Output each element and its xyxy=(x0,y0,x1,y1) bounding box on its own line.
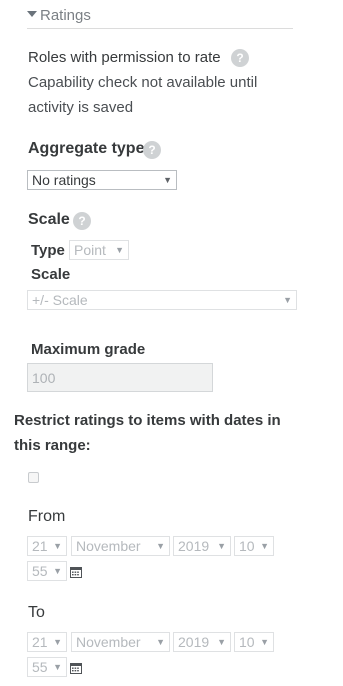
from-minute-select[interactable]: 55 ▼ xyxy=(27,561,67,581)
chevron-down-icon: ▼ xyxy=(217,541,226,551)
from-minute-value: 55 xyxy=(32,563,48,579)
calendar-icon[interactable] xyxy=(70,566,82,578)
restrict-checkbox[interactable] xyxy=(28,472,39,483)
from-month-value: November xyxy=(76,538,141,554)
from-month-select[interactable]: November ▼ xyxy=(71,536,170,556)
aggregate-type-select[interactable]: No ratings ▼ xyxy=(27,170,177,190)
chevron-down-icon: ▼ xyxy=(260,637,269,647)
roles-note-line1: Capability check not available until xyxy=(28,74,258,91)
scale-type-select[interactable]: Point ▼ xyxy=(69,240,129,260)
help-icon[interactable]: ? xyxy=(231,49,249,67)
scale-label: Scale xyxy=(28,211,70,228)
from-year-value: 2019 xyxy=(178,538,210,554)
to-label: To xyxy=(28,604,45,621)
scale-type-label: Type xyxy=(31,242,65,259)
from-year-select[interactable]: 2019 ▼ xyxy=(173,536,231,556)
from-label: From xyxy=(28,508,66,525)
to-month-select[interactable]: November ▼ xyxy=(71,632,170,652)
to-year-value: 2019 xyxy=(178,634,210,650)
chevron-down-icon: ▼ xyxy=(53,637,62,647)
chevron-down-icon: ▼ xyxy=(163,175,172,185)
roles-label: Roles with permission to rate xyxy=(28,49,221,66)
scale-select[interactable]: +/- Scale ▼ xyxy=(27,290,297,310)
maximum-grade-label: Maximum grade xyxy=(31,341,146,358)
to-month-value: November xyxy=(76,634,141,650)
to-hour-select[interactable]: 10 ▼ xyxy=(234,632,274,652)
restrict-label-line2: this range: xyxy=(14,437,91,454)
collapse-caret-icon[interactable] xyxy=(27,11,37,17)
to-day-select[interactable]: 21 ▼ xyxy=(27,632,67,652)
aggregate-type-value: No ratings xyxy=(32,172,96,188)
chevron-down-icon: ▼ xyxy=(156,541,165,551)
to-minute-value: 55 xyxy=(32,659,48,675)
from-hour-value: 10 xyxy=(239,538,255,554)
ratings-section-header[interactable]: Ratings xyxy=(27,4,293,29)
chevron-down-icon: ▼ xyxy=(53,541,62,551)
to-minute-select[interactable]: 55 ▼ xyxy=(27,657,67,677)
chevron-down-icon: ▼ xyxy=(283,295,292,305)
maximum-grade-input[interactable]: 100 xyxy=(27,363,213,392)
chevron-down-icon: ▼ xyxy=(53,662,62,672)
chevron-down-icon: ▼ xyxy=(260,541,269,551)
to-year-select[interactable]: 2019 ▼ xyxy=(173,632,231,652)
roles-note-line2: activity is saved xyxy=(28,99,134,116)
scale-type-value: Point xyxy=(74,242,106,258)
from-hour-select[interactable]: 10 ▼ xyxy=(234,536,274,556)
chevron-down-icon: ▼ xyxy=(217,637,226,647)
chevron-down-icon: ▼ xyxy=(156,637,165,647)
chevron-down-icon: ▼ xyxy=(115,245,124,255)
aggregate-type-label: Aggregate type xyxy=(28,140,145,157)
to-hour-value: 10 xyxy=(239,634,255,650)
from-day-value: 21 xyxy=(32,538,48,554)
to-day-value: 21 xyxy=(32,634,48,650)
restrict-label-line1: Restrict ratings to items with dates in xyxy=(14,412,281,429)
scale-scale-label: Scale xyxy=(31,266,71,283)
from-day-select[interactable]: 21 ▼ xyxy=(27,536,67,556)
help-icon[interactable]: ? xyxy=(143,141,161,159)
help-icon[interactable]: ? xyxy=(73,212,91,230)
chevron-down-icon: ▼ xyxy=(53,566,62,576)
scale-select-value: +/- Scale xyxy=(32,292,88,308)
calendar-icon[interactable] xyxy=(70,662,82,674)
ratings-section-title[interactable]: Ratings xyxy=(40,7,91,24)
